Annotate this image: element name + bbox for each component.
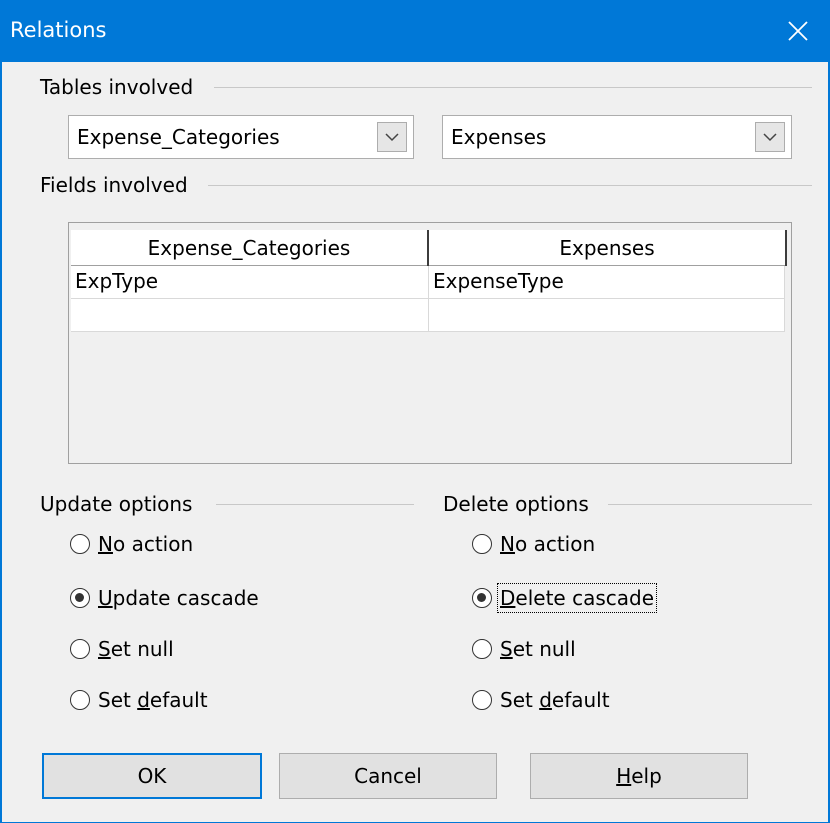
left-table-dropdown-button[interactable] (377, 122, 407, 152)
grid-cell-field-right[interactable]: ExpenseType (429, 266, 785, 299)
relations-dialog: Relations Tables involved Expense_Catego… (0, 0, 830, 823)
update-options-divider (216, 504, 414, 505)
radio-label: Set default (98, 688, 208, 712)
update-no-action-radio[interactable]: No action (70, 529, 193, 559)
delete-cascade-radio[interactable]: Delete cascade (472, 583, 657, 613)
ok-button[interactable]: OK (42, 753, 262, 799)
close-icon (788, 21, 808, 41)
grid-header-right[interactable]: Expenses (429, 230, 785, 266)
radio-button[interactable] (472, 690, 492, 710)
left-table-value: Expense_Categories (77, 125, 280, 149)
close-button[interactable] (768, 0, 828, 62)
radio-button-selected[interactable] (472, 588, 492, 608)
title-bar[interactable]: Relations (2, 0, 828, 62)
delete-set-default-radio[interactable]: Set default (472, 685, 610, 715)
chevron-down-icon (385, 133, 399, 142)
ok-button-label: OK (137, 764, 167, 788)
cancel-button-label: Cancel (354, 764, 422, 788)
radio-label-focused: Delete cascade (497, 583, 657, 613)
column-header-label: Expenses (559, 235, 655, 260)
grid-cell-field-right[interactable] (429, 299, 785, 332)
radio-label: Set null (500, 637, 576, 661)
delete-no-action-radio[interactable]: No action (472, 529, 595, 559)
radio-button[interactable] (472, 534, 492, 554)
radio-button[interactable] (70, 639, 90, 659)
radio-label: Set null (98, 637, 174, 661)
left-table-select[interactable]: Expense_Categories (68, 115, 414, 159)
fields-involved-divider (208, 185, 812, 186)
radio-button-selected[interactable] (70, 588, 90, 608)
update-set-null-radio[interactable]: Set null (70, 634, 174, 664)
update-set-default-radio[interactable]: Set default (70, 685, 208, 715)
dialog-title: Relations (10, 18, 107, 42)
radio-label: Update cascade (98, 586, 259, 610)
update-options-label: Update options (40, 492, 193, 516)
help-button[interactable]: Help (530, 753, 748, 799)
delete-set-null-radio[interactable]: Set null (472, 634, 576, 664)
right-table-select[interactable]: Expenses (442, 115, 792, 159)
update-cascade-radio[interactable]: Update cascade (70, 583, 259, 613)
help-button-label: Help (616, 764, 662, 788)
cancel-button[interactable]: Cancel (279, 753, 497, 799)
radio-label: No action (500, 532, 596, 556)
delete-options-label: Delete options (443, 492, 589, 516)
radio-label: Set default (500, 688, 610, 712)
grid-header-left[interactable]: Expense_Categories (71, 230, 427, 266)
column-separator[interactable] (785, 230, 787, 266)
fields-involved-label: Fields involved (40, 173, 188, 197)
right-table-dropdown-button[interactable] (755, 122, 785, 152)
fields-grid[interactable]: Expense_Categories Expenses ExpType Expe… (68, 222, 792, 464)
chevron-down-icon (763, 133, 777, 142)
right-table-value: Expenses (451, 125, 547, 149)
tables-involved-divider (214, 87, 812, 88)
grid-cell-field-left[interactable] (71, 299, 429, 332)
radio-button[interactable] (472, 639, 492, 659)
radio-button[interactable] (70, 690, 90, 710)
delete-options-divider (608, 504, 812, 505)
radio-label: No action (98, 532, 194, 556)
column-header-label: Expense_Categories (147, 235, 351, 260)
grid-cell-field-left[interactable]: ExpType (71, 266, 429, 299)
radio-button[interactable] (70, 534, 90, 554)
tables-involved-label: Tables involved (40, 75, 194, 99)
